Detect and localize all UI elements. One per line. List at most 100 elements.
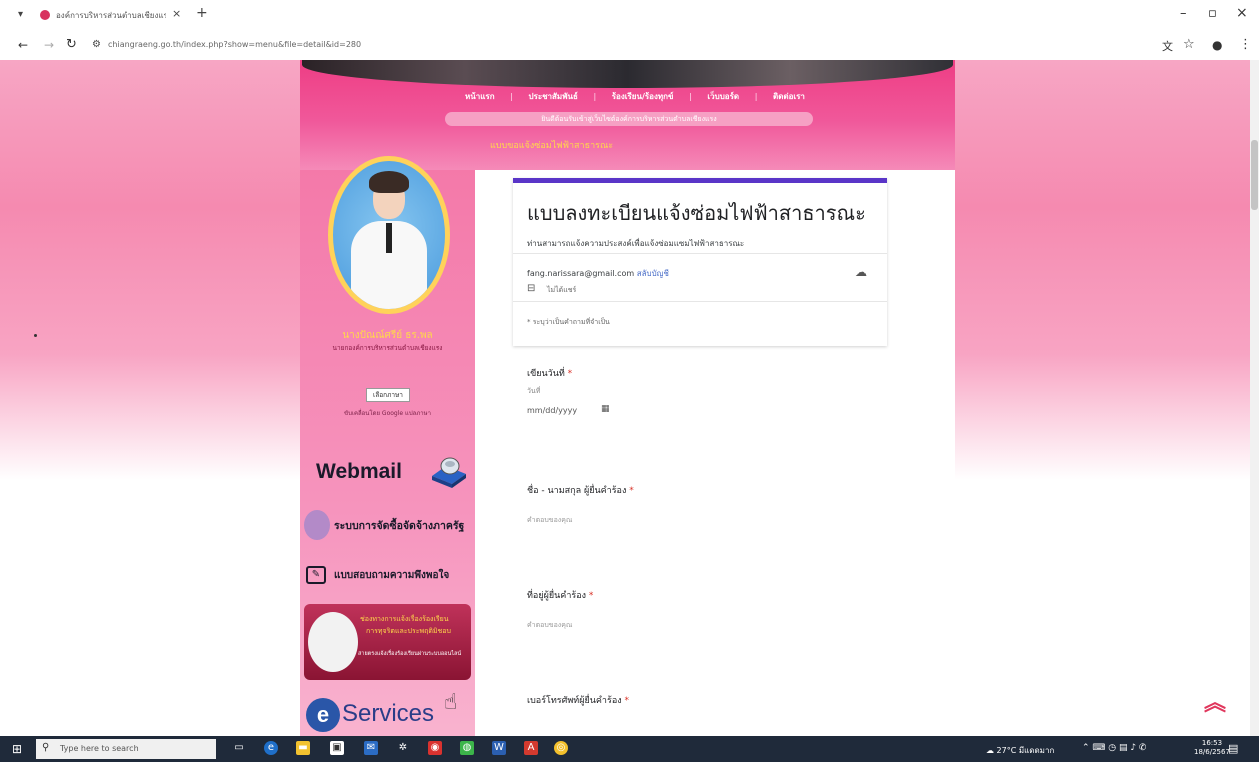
form-title: แบบลงทะเบียนแจ้งซ่อมไฟฟ้าสาธารณะ xyxy=(527,201,866,225)
complaint-line-2: การทุจริตและประพฤติมิชอบ xyxy=(366,627,451,635)
name-input[interactable]: คำตอบของคุณ xyxy=(527,515,572,526)
nav-separator: | xyxy=(754,91,758,101)
mayor-role: นายกองค์การบริหารส่วนตำบลเชียงแรง xyxy=(332,344,443,352)
cloud-save-icon: ☁ xyxy=(855,265,867,279)
survey-link[interactable]: ✎ แบบสอบถามความพึงพอใจ xyxy=(304,562,475,592)
egp-link[interactable]: ระบบการจัดซื้อจัดจ้างภาครัฐ xyxy=(304,508,475,544)
webmail-link[interactable]: Webmail xyxy=(308,448,473,498)
nav-home[interactable]: หน้าแรก xyxy=(465,90,495,103)
corruption-complaint-banner[interactable]: ช่องทางการแจ้งเรื่องร้องเรียน การทุจริตแ… xyxy=(304,604,471,680)
question-label-text: เบอร์โทรศัพท์ผู้ยื่นคำร้อง xyxy=(527,696,622,706)
eservices-link[interactable]: e Services ☝ xyxy=(304,690,475,736)
complaint-illustration xyxy=(308,612,358,672)
welcome-marquee: ยินดีต้อนรับเข้าสู่เว็บไซต์องค์การบริหาร… xyxy=(445,112,813,126)
portrait-tie xyxy=(386,223,392,253)
language-select-button[interactable]: เลือกภาษา xyxy=(366,388,410,402)
question-label-text: เขียนวันที่ xyxy=(527,369,565,379)
bookmark-star-icon[interactable]: ☆ xyxy=(1183,37,1195,52)
garuda-emblem-icon xyxy=(304,510,330,540)
portrait-hair xyxy=(369,171,409,193)
not-shared-icon: ⊟ xyxy=(527,283,536,294)
nav-contact[interactable]: ติดต่อเรา xyxy=(773,90,805,103)
edit-pencil-icon: ✎ xyxy=(306,566,326,584)
webmail-label: Webmail xyxy=(316,460,402,483)
nav-webboard[interactable]: เว็บบอร์ด xyxy=(707,90,739,103)
complaint-line-1: ช่องทางการแจ้งเรื่องร้องเรียน xyxy=(360,615,449,623)
tab-close-icon[interactable]: × xyxy=(172,7,181,20)
account-email: fang.narissara@gmail.com xyxy=(527,269,635,278)
acrobat-icon[interactable]: A xyxy=(524,741,538,755)
weather-widget[interactable]: ☁ 27°C มีแดดมาก xyxy=(986,744,1054,757)
required-star: * xyxy=(567,369,573,379)
profile-icon[interactable]: ● xyxy=(1212,38,1222,52)
mayor-name: นางปัณณ์ศรีย์ ธร.พล xyxy=(342,330,433,341)
tab-title[interactable]: องค์การบริหารส่วนตำบลเชียงแรง xyxy=(56,9,166,22)
required-star: * xyxy=(629,486,634,496)
taskbar-search-placeholder: Type here to search xyxy=(60,744,139,753)
minimize-icon[interactable]: – xyxy=(1180,6,1187,21)
clock[interactable]: 16:53 18/6/2567 xyxy=(1194,739,1230,757)
page-section-title: แบบขอแจ้งซ่อมไฟฟ้าสาธารณะ xyxy=(490,141,614,151)
switch-account-link[interactable]: สลับบัญชี xyxy=(637,269,669,278)
site-info-icon[interactable]: ⚙ xyxy=(92,39,101,50)
calendar-icon[interactable]: ▦ xyxy=(601,404,610,414)
close-window-icon[interactable]: × xyxy=(1236,5,1248,21)
date-input[interactable]: mm/dd/yyyy xyxy=(527,406,577,415)
notifications-icon[interactable]: ▤ xyxy=(1228,742,1238,755)
google-translate-note: ขับเคลื่อนโดย Google แปลภาษา xyxy=(344,410,431,417)
line-app-icon[interactable]: ◍ xyxy=(460,741,474,755)
complaint-line-3: สายตรงแจ้งเรื่องร้องเรียนผ่านระบบออนไลน์ xyxy=(358,651,462,657)
embedded-google-form: แบบลงทะเบียนแจ้งซ่อมไฟฟ้าสาธารณะ ท่านสาม… xyxy=(513,178,887,736)
nav-news[interactable]: ประชาสัมพันธ์ xyxy=(528,90,577,103)
eservices-logo-icon: e xyxy=(306,698,340,732)
word-icon[interactable]: W xyxy=(492,741,506,755)
site-container: หน้าแรก | ประชาสัมพันธ์ | ร้องเรียน/ร้อง… xyxy=(300,60,955,736)
browser-menu-icon[interactable]: ⋮ xyxy=(1239,37,1252,52)
form-header-card: แบบลงทะเบียนแจ้งซ่อมไฟฟ้าสาธารณะ ท่านสาม… xyxy=(513,178,887,346)
file-explorer-icon[interactable]: ▬ xyxy=(296,741,310,755)
chrome-icon[interactable]: ◎ xyxy=(554,741,568,755)
weather-text: 27°C มีแดดมาก xyxy=(996,746,1055,755)
clock-time: 16:53 xyxy=(1201,739,1223,747)
apps-icon[interactable]: ✲ xyxy=(396,741,410,755)
nav-complaints[interactable]: ร้องเรียน/ร้องทุกข์ xyxy=(612,90,674,103)
forward-icon[interactable]: → xyxy=(44,38,54,52)
store-icon[interactable]: ▣ xyxy=(330,741,344,755)
mayor-portrait xyxy=(328,156,450,314)
required-note: * ระบุว่าเป็นคำถามที่จำเป็น xyxy=(527,318,610,326)
survey-label: แบบสอบถามความพึงพอใจ xyxy=(334,570,450,581)
nav-separator: | xyxy=(689,91,692,101)
back-icon[interactable]: ← xyxy=(18,38,28,52)
back-to-top-icon[interactable]: ︽ xyxy=(1204,685,1226,717)
system-tray-icons[interactable]: ⌃ ⌨ ◷ ▤ ♪ ✆ xyxy=(1082,743,1146,753)
search-icon: ⚲ xyxy=(42,742,50,753)
question-label: ชื่อ - นามสกุล ผู้ยื่นคำร้อง * xyxy=(527,483,634,497)
portrait-photo xyxy=(333,161,445,309)
nav-separator: | xyxy=(593,91,597,101)
form-description: ท่านสามารถแจ้งความประสงค์เพื่อแจ้งซ่อมแซ… xyxy=(527,239,745,248)
question-name: ชื่อ - นามสกุล ผู้ยื่นคำร้อง * คำตอบของค… xyxy=(513,483,887,583)
task-view-icon[interactable]: ▭ xyxy=(232,741,246,755)
windows-start-icon[interactable]: ⊞ xyxy=(12,742,22,756)
tab-favicon-icon xyxy=(40,10,50,20)
required-star: * xyxy=(588,591,594,601)
restore-icon[interactable]: ▫ xyxy=(1208,6,1217,21)
question-address: ที่อยู่ผู้ยื่นคำร้อง * คำตอบของคุณ xyxy=(513,588,887,688)
new-tab-icon[interactable]: + xyxy=(196,5,208,21)
scrollbar-thumb[interactable] xyxy=(1251,140,1258,210)
page-viewport: หน้าแรก | ประชาสัมพันธ์ | ร้องเรียน/ร้อง… xyxy=(0,60,1250,736)
tab-search-icon[interactable]: ▾ xyxy=(18,9,23,20)
site-header: หน้าแรก | ประชาสัมพันธ์ | ร้องเรียน/ร้อง… xyxy=(300,60,955,170)
header-banner-image xyxy=(302,60,953,88)
windows-taskbar: ⊞ ⚲ Type here to search ▭ e ▬ ▣ ✉ ✲ ◉ ◍ … xyxy=(0,736,1259,762)
mail-icon[interactable]: ✉ xyxy=(364,741,378,755)
url-field[interactable]: chiangraeng.go.th/index.php?show=menu&fi… xyxy=(108,40,361,49)
edge-icon[interactable]: e xyxy=(264,741,278,755)
reload-icon[interactable]: ↻ xyxy=(66,37,77,52)
translate-icon[interactable]: 文 xyxy=(1162,38,1173,54)
question-label-text: ชื่อ - นามสกุล ผู้ยื่นคำร้อง xyxy=(527,486,627,496)
red-app-icon[interactable]: ◉ xyxy=(428,741,442,755)
mailbox-icon xyxy=(432,457,466,488)
top-nav: หน้าแรก | ประชาสัมพันธ์ | ร้องเรียน/ร้อง… xyxy=(465,88,805,104)
address-input[interactable]: คำตอบของคุณ xyxy=(527,620,572,631)
